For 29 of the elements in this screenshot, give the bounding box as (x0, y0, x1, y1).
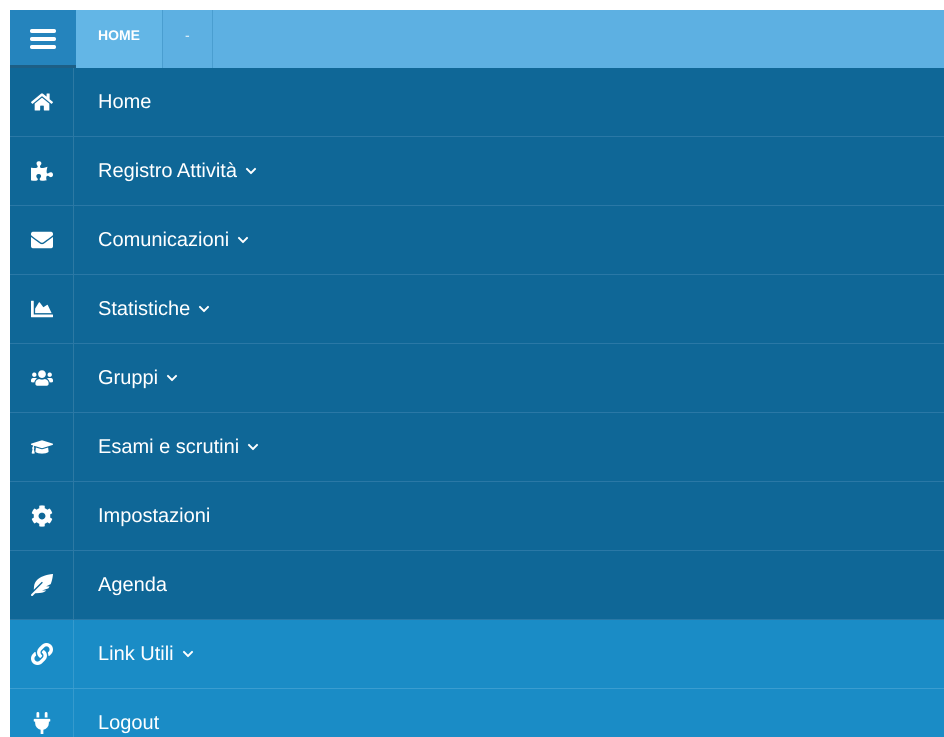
menu-label: Registro Attività (98, 160, 237, 182)
menu-item[interactable]: Impostazioni (10, 482, 944, 551)
menu-label: Home (98, 90, 152, 114)
menu-label: Gruppi (98, 366, 158, 390)
menu-label: Esami e scrutini (98, 436, 240, 458)
menu-item[interactable]: Registro Attività (10, 137, 944, 206)
link-icon (30, 643, 52, 665)
menu-item[interactable]: Agenda (10, 551, 944, 620)
feather-icon (30, 574, 52, 596)
menu-item[interactable]: Home (10, 68, 944, 137)
envelope-icon (30, 229, 52, 251)
menu-button[interactable] (10, 10, 76, 68)
menu-label: Agenda (98, 574, 167, 596)
menu-item[interactable]: Comunicazioni (10, 206, 944, 275)
puzzle-icon (30, 160, 52, 182)
menu-label: Logout (98, 712, 160, 734)
menu-item[interactable]: Logout (10, 689, 944, 737)
settings-icon (30, 505, 52, 527)
menu-label: Link Utili (98, 642, 174, 666)
menu-item[interactable]: Link Utili (10, 620, 944, 689)
menu-item[interactable]: Esami e scrutini (10, 413, 944, 482)
menu-label: Statistiche (98, 298, 190, 320)
menu-item[interactable]: Statistiche (10, 275, 944, 344)
area-chart-icon (30, 298, 52, 320)
menu-icon (30, 28, 56, 50)
menu-item[interactable]: Gruppi (10, 344, 944, 413)
home-icon (30, 91, 52, 113)
menu-label: Impostazioni (98, 504, 210, 528)
menu-label: Comunicazioni (98, 228, 230, 252)
